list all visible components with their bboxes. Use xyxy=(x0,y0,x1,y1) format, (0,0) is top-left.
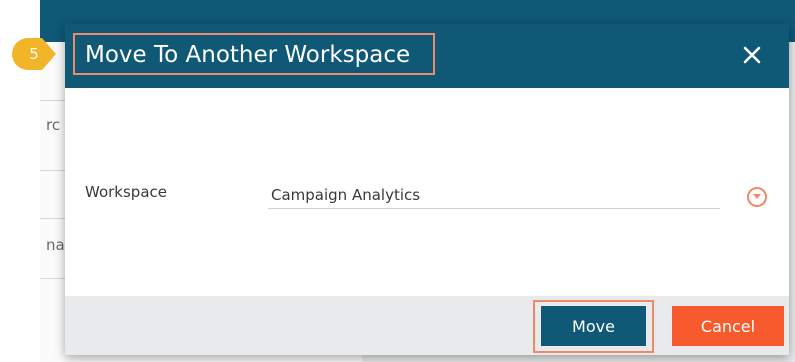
list-item-text: na xyxy=(46,236,65,254)
move-workspace-dialog: Move To Another Workspace Workspace Camp… xyxy=(65,24,789,355)
move-button[interactable]: Move xyxy=(541,306,646,346)
list-divider xyxy=(40,278,65,279)
cancel-button[interactable]: Cancel xyxy=(672,306,784,346)
list-item-text: rc xyxy=(46,116,61,134)
workspace-select-value: Campaign Analytics xyxy=(271,186,421,204)
list-divider xyxy=(40,100,65,101)
step-badge: 5 xyxy=(12,38,56,70)
chevron-down-circle-icon[interactable] xyxy=(747,187,767,207)
step-number: 5 xyxy=(29,45,39,63)
close-icon xyxy=(743,46,761,64)
workspace-select[interactable]: Campaign Analytics xyxy=(268,178,720,209)
dialog-header: Move To Another Workspace xyxy=(65,24,789,88)
close-button[interactable] xyxy=(737,40,767,70)
workspace-label: Workspace xyxy=(85,183,167,201)
list-divider xyxy=(40,170,65,171)
dialog-title: Move To Another Workspace xyxy=(85,42,411,68)
list-divider xyxy=(40,218,65,219)
